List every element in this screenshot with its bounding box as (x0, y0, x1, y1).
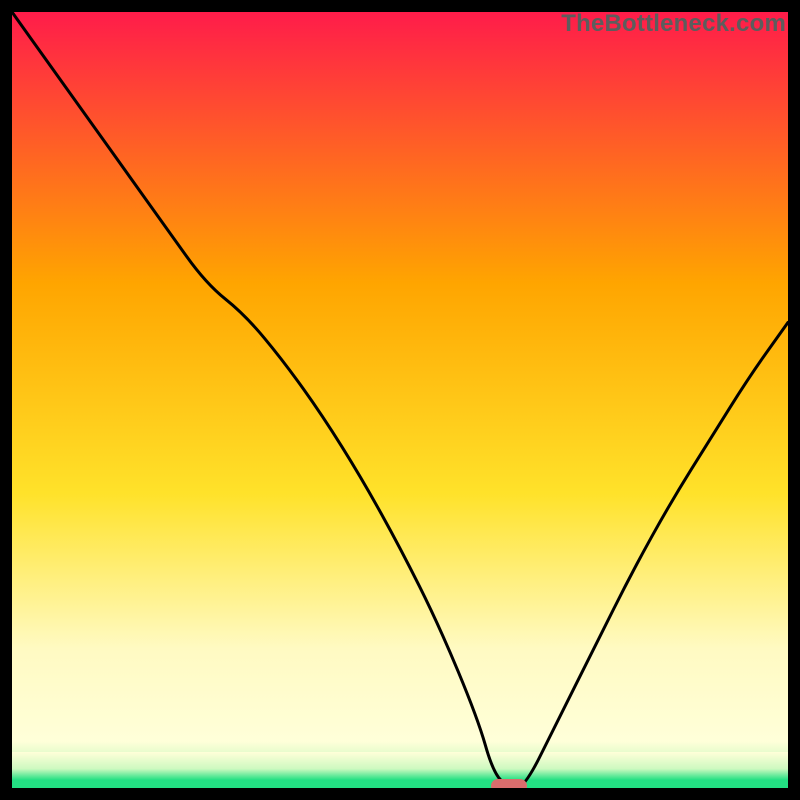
plot-area (12, 12, 788, 788)
gradient-top (12, 12, 788, 788)
chart-frame: TheBottleneck.com (0, 0, 800, 800)
gradient-baseline (12, 780, 788, 788)
background-gradient (12, 12, 788, 788)
gradient-mid (12, 752, 788, 780)
watermark-text: TheBottleneck.com (561, 10, 786, 38)
optimal-marker (491, 779, 527, 788)
